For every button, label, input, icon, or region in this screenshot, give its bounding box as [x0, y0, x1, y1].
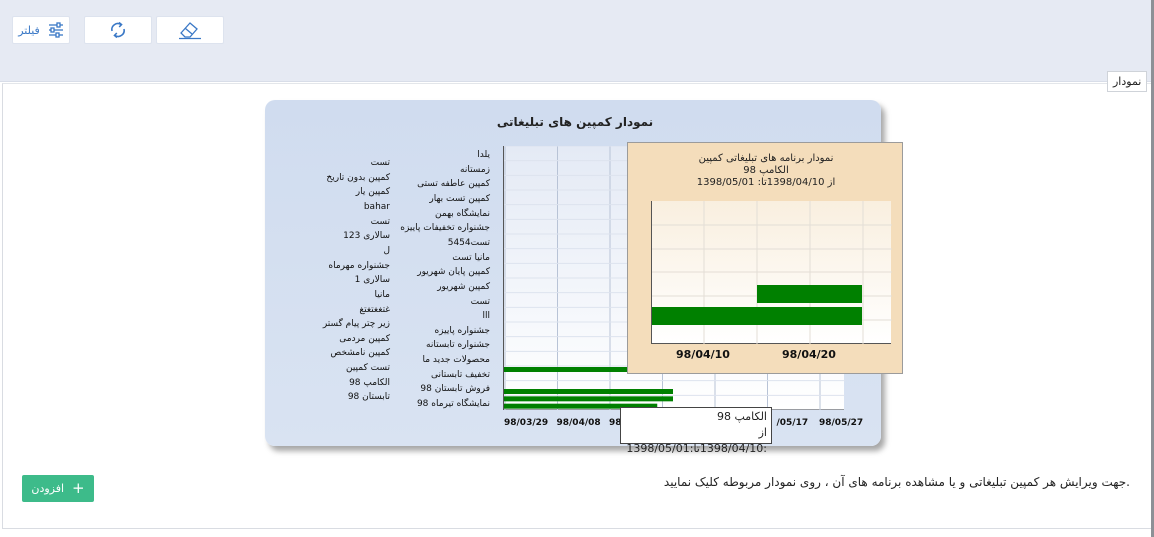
tooltip-range: از :1398/04/10تا:1398/05/01 — [626, 426, 767, 455]
y-axis-label: تست5454 — [447, 237, 490, 248]
x-tick-label: 98/04/08 — [556, 418, 601, 428]
chart-title: نمودار کمپین های تبلیغاتی — [496, 115, 654, 129]
help-text: جهت ویرایش هر کمپین تبلیغاتی و یا مشاهده… — [663, 475, 1130, 489]
x-tick-label: /05/17 — [776, 418, 809, 428]
campaign-bar[interactable] — [504, 396, 673, 402]
y-axis-label: مانیا تست — [452, 252, 490, 263]
popup-subtitle: الکامپ 98 — [743, 165, 789, 176]
sliders-icon — [48, 22, 64, 38]
y-axis-label: جشنواره تخفیفات پاییزه — [400, 223, 490, 234]
y-axis-label: نمایشگاه تیرماه 98 — [416, 399, 490, 410]
campaign-schedule-popup[interactable]: نمودار برنامه های تبلیغاتی کمپین الکامپ … — [627, 142, 903, 374]
popup-range: از 1398/04/10تا: 1398/05/01 — [696, 177, 836, 188]
plus-icon: + — [72, 479, 85, 497]
y-axis-label: محصولات جدید ما — [422, 355, 491, 366]
y-axis-label: lll — [482, 311, 490, 322]
y-axis-label: کمپین پایان شهریور — [417, 267, 490, 278]
y-axis-label: یلدا — [477, 150, 490, 160]
y-axis-label: کمپین شهریور — [437, 281, 490, 292]
tab-chart[interactable]: نمودار — [1107, 71, 1148, 92]
filter-label: فیلتر — [18, 23, 40, 37]
popup-x-tick-1: 98/04/20 — [782, 348, 836, 361]
add-label: افزودن — [31, 482, 65, 495]
campaign-bar[interactable] — [504, 389, 673, 394]
tooltip-title: الکامپ 98 — [716, 410, 767, 423]
x-tick-label: 98/05/27 — [819, 418, 864, 428]
y-axis-label: کمپین تست بهار — [429, 193, 490, 204]
popup-title-text: نمودار برنامه های تبلیغاتی کمپین — [698, 153, 834, 164]
add-button[interactable]: افزودن + — [22, 475, 94, 502]
y-axis-label: زمستانه — [460, 164, 490, 175]
popup-plot-area[interactable] — [651, 201, 892, 344]
filter-button[interactable]: فیلتر — [12, 16, 70, 44]
popup-chart-svg[interactable] — [652, 201, 892, 344]
y-axis-label: تخفیف تابستانی — [430, 369, 490, 380]
campaign-bar[interactable] — [504, 367, 642, 372]
clear-filter-button[interactable] — [156, 16, 224, 44]
popup-title: نمودار برنامه های تبلیغاتی کمپین الکامپ … — [628, 153, 904, 189]
y-axis-label: کمپین عاطفه تستی — [417, 179, 490, 190]
schedule-bar[interactable] — [757, 285, 862, 303]
y-axis-label: نمایشگاه بهمن — [435, 208, 490, 219]
y-axis-label: جشنواره پاییزه — [434, 325, 490, 336]
refresh-icon — [108, 20, 128, 40]
eraser-icon — [177, 20, 203, 40]
popup-x-tick-0: 98/04/10 — [676, 348, 730, 361]
y-axis-label: فروش تابستان 98 — [420, 384, 490, 395]
chart-tooltip: الکامپ 98 از :1398/04/10تا:1398/05/01 — [620, 407, 772, 455]
y-axis-label: تست — [470, 296, 490, 307]
x-tick-label: 98/03/29 — [504, 418, 549, 428]
y-axis-label: جشنواره تابستانه — [426, 340, 490, 351]
refresh-button[interactable] — [84, 16, 152, 44]
schedule-bar[interactable] — [652, 307, 862, 325]
